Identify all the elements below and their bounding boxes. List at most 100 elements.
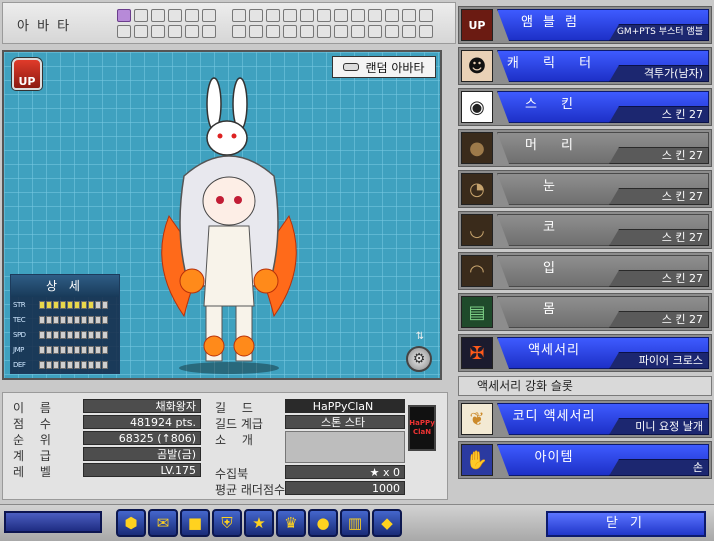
category-value: 스 킨 27 (609, 229, 709, 246)
nose-icon: ◡ (461, 214, 493, 246)
stat-pip (39, 360, 45, 369)
avatar-slot[interactable] (168, 25, 182, 38)
avatar-slot[interactable] (249, 25, 263, 38)
avatar-slot[interactable] (317, 9, 331, 22)
stat-pip (74, 300, 80, 309)
stat-pip (81, 345, 87, 354)
info-value-name: 채화왕자 (83, 399, 201, 413)
viewport-side-icons: ⇅ ⚙ (406, 331, 434, 372)
stat-pip (95, 330, 101, 339)
rotate-hint-icon: ⇅ (415, 331, 425, 342)
stat-bar (39, 300, 108, 309)
avatar-slot[interactable] (151, 9, 165, 22)
info-label-intro: 소 개 (215, 432, 259, 447)
accessory-enhance-slot[interactable]: 액세서리 강화 슬롯 (458, 376, 712, 396)
avatar-slot[interactable] (202, 9, 216, 22)
random-avatar-label: 랜덤 아바타 (365, 60, 425, 75)
category-name: 몸 (543, 302, 565, 317)
avatar-slot[interactable] (232, 9, 246, 22)
avatar-slot[interactable] (283, 25, 297, 38)
guild-emblem-icon: HaPPy ClaN (408, 405, 436, 451)
avatar-slot[interactable] (168, 9, 182, 22)
avatar-slot[interactable] (402, 25, 416, 38)
box-icon[interactable]: ■ (180, 509, 210, 537)
category-value: 격투가(남자) (609, 65, 709, 82)
avatar-slot[interactable] (202, 25, 216, 38)
category-character[interactable]: ☻ 캐 릭 터 격투가(남자) (458, 47, 712, 85)
avatar-slot[interactable] (334, 9, 348, 22)
category-value: 파이어 크로스 (609, 352, 709, 369)
avatar-slot[interactable] (419, 9, 433, 22)
avatar-slot[interactable] (266, 9, 280, 22)
avatar-slot[interactable] (385, 9, 399, 22)
avatar-slot[interactable] (117, 9, 131, 22)
avatar-slot[interactable] (134, 25, 148, 38)
avatar-slot[interactable] (317, 25, 331, 38)
category-hair[interactable]: ● 머 리 스 킨 27 (458, 129, 712, 167)
star-icon[interactable]: ★ (244, 509, 274, 537)
avatar-slot[interactable] (151, 25, 165, 38)
category-value: 스 킨 27 (609, 106, 709, 123)
stat-pip (60, 345, 66, 354)
avatar-slot[interactable] (385, 25, 399, 38)
avatar-slot[interactable] (300, 9, 314, 22)
avatar-slot[interactable] (266, 25, 280, 38)
avatar-slot[interactable] (334, 25, 348, 38)
avatar-slot[interactable] (368, 9, 382, 22)
stat-pip (102, 345, 108, 354)
stat-pip (102, 315, 108, 324)
category-nose[interactable]: ◡ 코 스 킨 27 (458, 211, 712, 249)
info-value-score: 481924 pts. (83, 415, 201, 429)
avatar-slot[interactable] (402, 9, 416, 22)
stat-pip (53, 360, 59, 369)
stat-pip (88, 345, 94, 354)
category-mouth[interactable]: ◠ 입 스 킨 27 (458, 252, 712, 290)
category-skin[interactable]: ◉ 스 킨 스 킨 27 (458, 88, 712, 126)
category-name: 머 리 (524, 138, 584, 153)
category-value: 스 킨 27 (609, 270, 709, 287)
avatar-slot[interactable] (134, 9, 148, 22)
info-value-ladder: 1000 (285, 481, 405, 495)
chart-icon[interactable]: ▥ (340, 509, 370, 537)
gear-icon[interactable]: ⚙ (406, 346, 432, 372)
stat-row-str: STR (11, 297, 119, 312)
avatar-slot[interactable] (249, 9, 263, 22)
category-eyes[interactable]: ◔ 눈 스 킨 27 (458, 170, 712, 208)
category-body[interactable]: ▤ 몸 스 킨 27 (458, 293, 712, 331)
stat-pip (39, 330, 45, 339)
stat-pip (81, 330, 87, 339)
stat-pip (81, 300, 87, 309)
category-item[interactable]: ✋ 아이템 손 (458, 441, 712, 479)
chat-icon[interactable]: ✉ (148, 509, 178, 537)
category-accessory[interactable]: ✠ 액세서리 파이어 크로스 (458, 334, 712, 372)
avatar-slot[interactable] (351, 25, 365, 38)
avatar-slot[interactable] (232, 25, 246, 38)
stat-pip (39, 345, 45, 354)
category-codi-accessory[interactable]: ❦ 코디 액세서리 미니 요정 날개 (458, 400, 712, 438)
detail-title: 상 세 (11, 275, 119, 297)
close-button[interactable]: 닫 기 (546, 511, 706, 537)
lock-icon[interactable]: ● (308, 509, 338, 537)
avatar-slot[interactable] (117, 25, 131, 38)
avatar-slot[interactable] (300, 25, 314, 38)
avatar-slot[interactable] (185, 25, 199, 38)
stat-row-jmp: JMP (11, 342, 119, 357)
avatar-slot-group-1 (117, 9, 216, 38)
category-name: 아이템 (534, 450, 574, 465)
category-emblem[interactable]: UP 앰블럼 GM+PTS 부스터 앰블럼 (458, 6, 712, 44)
avatar-slot[interactable] (351, 9, 365, 22)
character-viewport: UP 랜덤 아바타 상 세 STR TEC SPD JMP DEF ⇅ ⚙ (2, 50, 442, 380)
avatar-slot[interactable] (368, 25, 382, 38)
avatar-slot[interactable] (419, 25, 433, 38)
stat-pip (60, 300, 66, 309)
hexagon-icon[interactable]: ⬢ (116, 509, 146, 537)
shield-icon[interactable]: ⛨ (212, 509, 242, 537)
info-label-level: 레 벨 (13, 464, 57, 479)
random-avatar-button[interactable]: 랜덤 아바타 (332, 56, 436, 78)
avatar-slot[interactable] (283, 9, 297, 22)
info-label-name: 이 름 (13, 400, 57, 415)
avatar-slot[interactable] (185, 9, 199, 22)
info-value-guild[interactable]: HaPPyClaN (285, 399, 405, 413)
card-icon[interactable]: ◆ (372, 509, 402, 537)
bag-icon[interactable]: ♛ (276, 509, 306, 537)
